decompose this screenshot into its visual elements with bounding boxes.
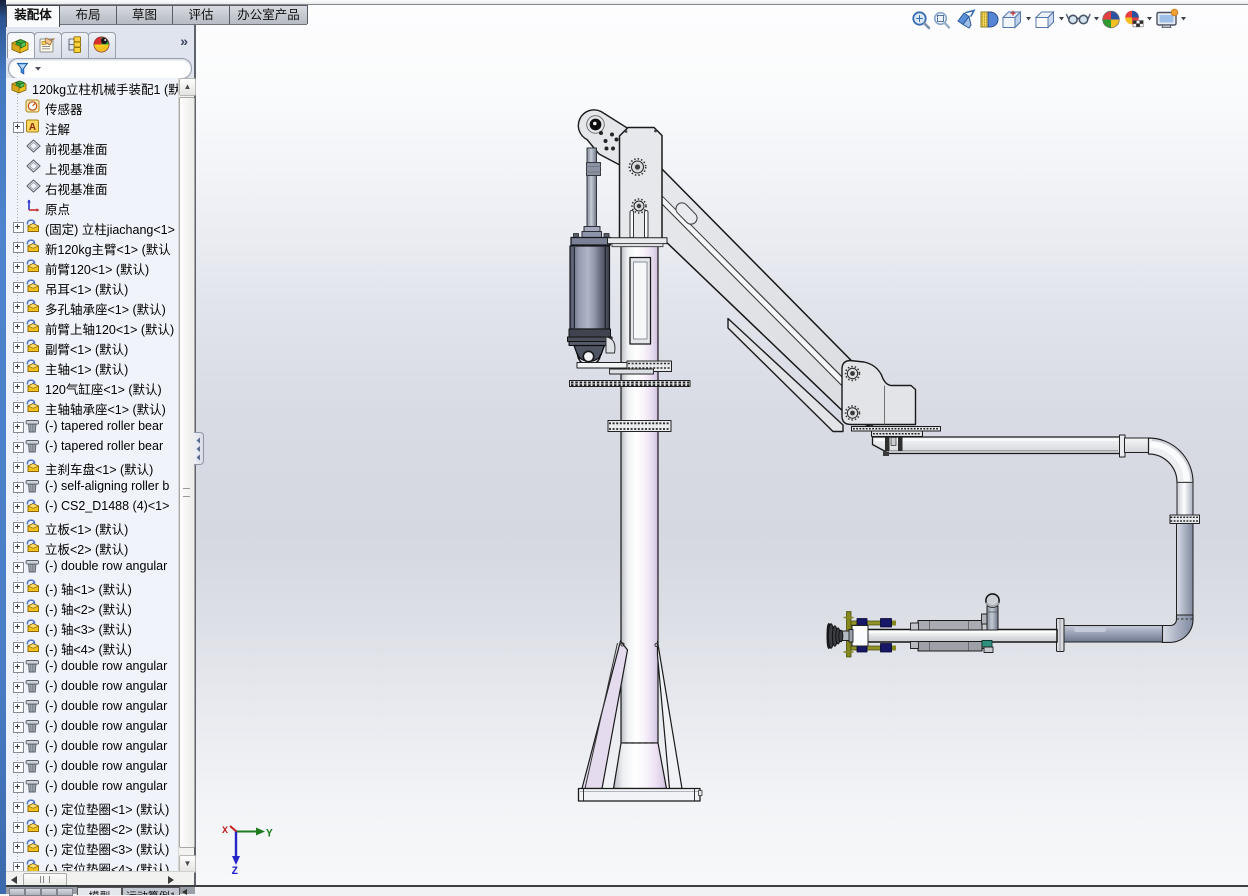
svg-text:Y: Y bbox=[266, 829, 273, 841]
svg-text:Z: Z bbox=[232, 866, 239, 878]
svg-text:X: X bbox=[222, 826, 228, 837]
svg-text:A: A bbox=[29, 122, 36, 133]
